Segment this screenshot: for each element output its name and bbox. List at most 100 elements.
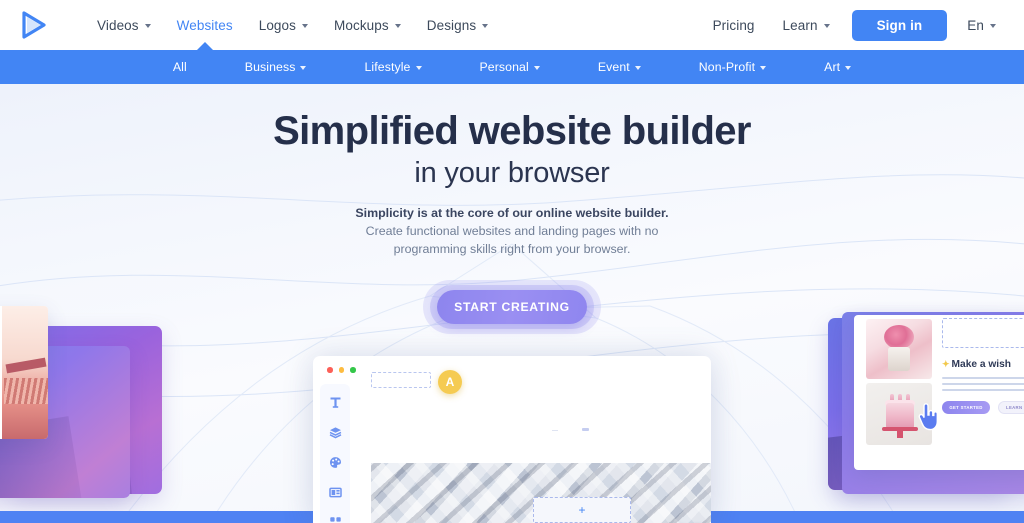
sign-in-button[interactable]: Sign in: [851, 9, 948, 41]
grid-tool-button[interactable]: [328, 516, 343, 523]
cake-stand-plate: [882, 427, 918, 431]
chevron-down-icon: [300, 66, 307, 70]
collaborator-avatar[interactable]: A: [438, 370, 462, 394]
page-title: Simplified website builder: [273, 109, 751, 153]
start-creating-button[interactable]: START CREATING: [437, 290, 587, 324]
subnav-item-event[interactable]: Event: [569, 50, 670, 84]
palette-icon: [329, 457, 341, 468]
top-navigation-bar: Videos Websites Logos Mockups Designs Pr…: [0, 0, 1024, 51]
brand-logo[interactable]: [17, 9, 51, 41]
layout-icon: [328, 487, 342, 498]
cake-stand-stem: [897, 430, 903, 438]
grid-icon: [329, 517, 341, 522]
chevron-down-icon: [845, 66, 852, 70]
right-template-preview-group[interactable]: ✦Make a wish GET STARTED LEARN MORE: [824, 312, 1024, 522]
add-block-button[interactable]: +: [533, 497, 631, 523]
window-minimize-dot-icon[interactable]: [338, 367, 344, 373]
nav-item-label: Websites: [176, 17, 233, 33]
subnav-item-label: Lifestyle: [364, 60, 411, 74]
page-subtitle: in your browser: [414, 157, 610, 189]
subnav-item-label: Event: [597, 60, 630, 74]
layout-tool-button[interactable]: [328, 486, 343, 499]
hand-cursor-icon: [918, 403, 938, 431]
editor-window-preview[interactable]: A +: [313, 356, 711, 523]
right-preview-secondary-button[interactable]: LEARN MORE: [998, 401, 1024, 414]
hero-body-line-2: programming skills right from your brows…: [393, 241, 631, 256]
right-preview-paragraph-placeholder: [942, 377, 1024, 394]
subnav-item-label: Personal: [479, 60, 529, 74]
editor-tool-sidebar: [320, 384, 350, 523]
nav-item-label: Logos: [258, 17, 297, 33]
language-selector[interactable]: En: [953, 0, 1010, 50]
right-preview-front-card: ✦Make a wish GET STARTED LEARN MORE: [854, 315, 1024, 470]
primary-nav-items: Videos Websites Logos Mockups Designs: [84, 0, 501, 51]
secondary-nav-items: Pricing Learn Sign in En: [699, 0, 1010, 50]
text-line: [942, 382, 1024, 386]
nav-item-websites[interactable]: Websites: [164, 0, 246, 51]
right-preview-flowers-image: [866, 319, 932, 379]
subnav-item-lifestyle[interactable]: Lifestyle: [335, 50, 450, 84]
window-close-dot-icon[interactable]: [327, 367, 333, 373]
cake-body: [886, 403, 914, 428]
chevron-down-icon: [302, 24, 309, 28]
nav-item-designs[interactable]: Designs: [414, 0, 501, 50]
canvas-faint-mark: [552, 430, 558, 432]
window-controls: [327, 367, 356, 373]
nav-item-label: Mockups: [334, 17, 389, 33]
right-preview-dashed-placeholder: [942, 318, 1024, 348]
editor-title-placeholder[interactable]: [371, 372, 431, 388]
nav-item-mockups[interactable]: Mockups: [321, 0, 414, 50]
hero-body-text: Create functional websites and landing p…: [0, 223, 1024, 259]
subnav-item-all[interactable]: All: [144, 50, 216, 84]
subnav-item-label: All: [172, 60, 187, 74]
subnav-item-label: Art: [824, 60, 841, 74]
text-line: [942, 388, 1024, 391]
nav-item-learn[interactable]: Learn: [769, 0, 844, 50]
chevron-down-icon: [990, 24, 996, 28]
left-preview-front-card: the history of architecture is concerned…: [0, 306, 48, 439]
editor-canvas[interactable]: A +: [357, 370, 711, 523]
chevron-down-icon: [760, 66, 767, 70]
right-preview-title-label: Make a wish: [951, 359, 1012, 370]
text-line: [942, 377, 1024, 380]
right-preview-primary-button[interactable]: GET STARTED: [942, 401, 990, 414]
category-sub-navigation: All Business Lifestyle Personal Event No…: [0, 50, 1024, 84]
hero-section: Simplified website builder in your brows…: [0, 84, 1024, 523]
nav-item-label: Pricing: [712, 17, 755, 33]
nav-item-label: Learn: [782, 17, 818, 33]
text-tool-button[interactable]: [328, 396, 343, 409]
hero-body-line-1: Create functional websites and landing p…: [365, 224, 659, 238]
text-t-icon: [330, 397, 340, 408]
subnav-item-label: Non-Profit: [698, 60, 756, 74]
nav-item-logos[interactable]: Logos: [246, 0, 321, 50]
language-label: En: [967, 17, 984, 33]
hero-lead-text: Simplicity is at the core of our online …: [355, 206, 669, 220]
nav-item-label: Videos: [97, 17, 139, 33]
subnav-item-non-profit[interactable]: Non-Profit: [670, 50, 795, 84]
layers-icon: [329, 427, 341, 439]
chevron-down-icon: [823, 24, 830, 28]
canvas-faint-mark: [582, 428, 589, 431]
left-template-preview-group[interactable]: the history of architecture is concerned…: [0, 306, 166, 516]
page-root: Videos Websites Logos Mockups Designs Pr…: [0, 0, 1024, 523]
cta-container: START CREATING: [423, 280, 601, 334]
nav-item-label: Designs: [426, 17, 477, 33]
chevron-down-icon: [634, 66, 641, 70]
window-maximize-dot-icon[interactable]: [350, 367, 356, 373]
layers-tool-button[interactable]: [328, 426, 343, 439]
subnav-item-personal[interactable]: Personal: [451, 50, 569, 84]
sparkle-icon: ✦: [942, 359, 950, 369]
right-preview-title: ✦ Make a wish: [942, 359, 1011, 370]
left-preview-photo: [2, 306, 48, 439]
nav-item-videos[interactable]: Videos: [84, 0, 164, 50]
chevron-down-icon: [394, 24, 401, 28]
subnav-item-business[interactable]: Business: [216, 50, 336, 84]
chevron-down-icon: [482, 24, 489, 28]
palette-tool-button[interactable]: [328, 456, 343, 469]
nav-item-pricing[interactable]: Pricing: [699, 0, 769, 50]
chevron-down-icon: [415, 66, 422, 70]
subnav-item-label: Business: [244, 60, 296, 74]
subnav-item-art[interactable]: Art: [795, 50, 880, 84]
play-triangle-logo-icon: [22, 11, 46, 39]
active-tab-indicator-icon: [195, 42, 214, 51]
